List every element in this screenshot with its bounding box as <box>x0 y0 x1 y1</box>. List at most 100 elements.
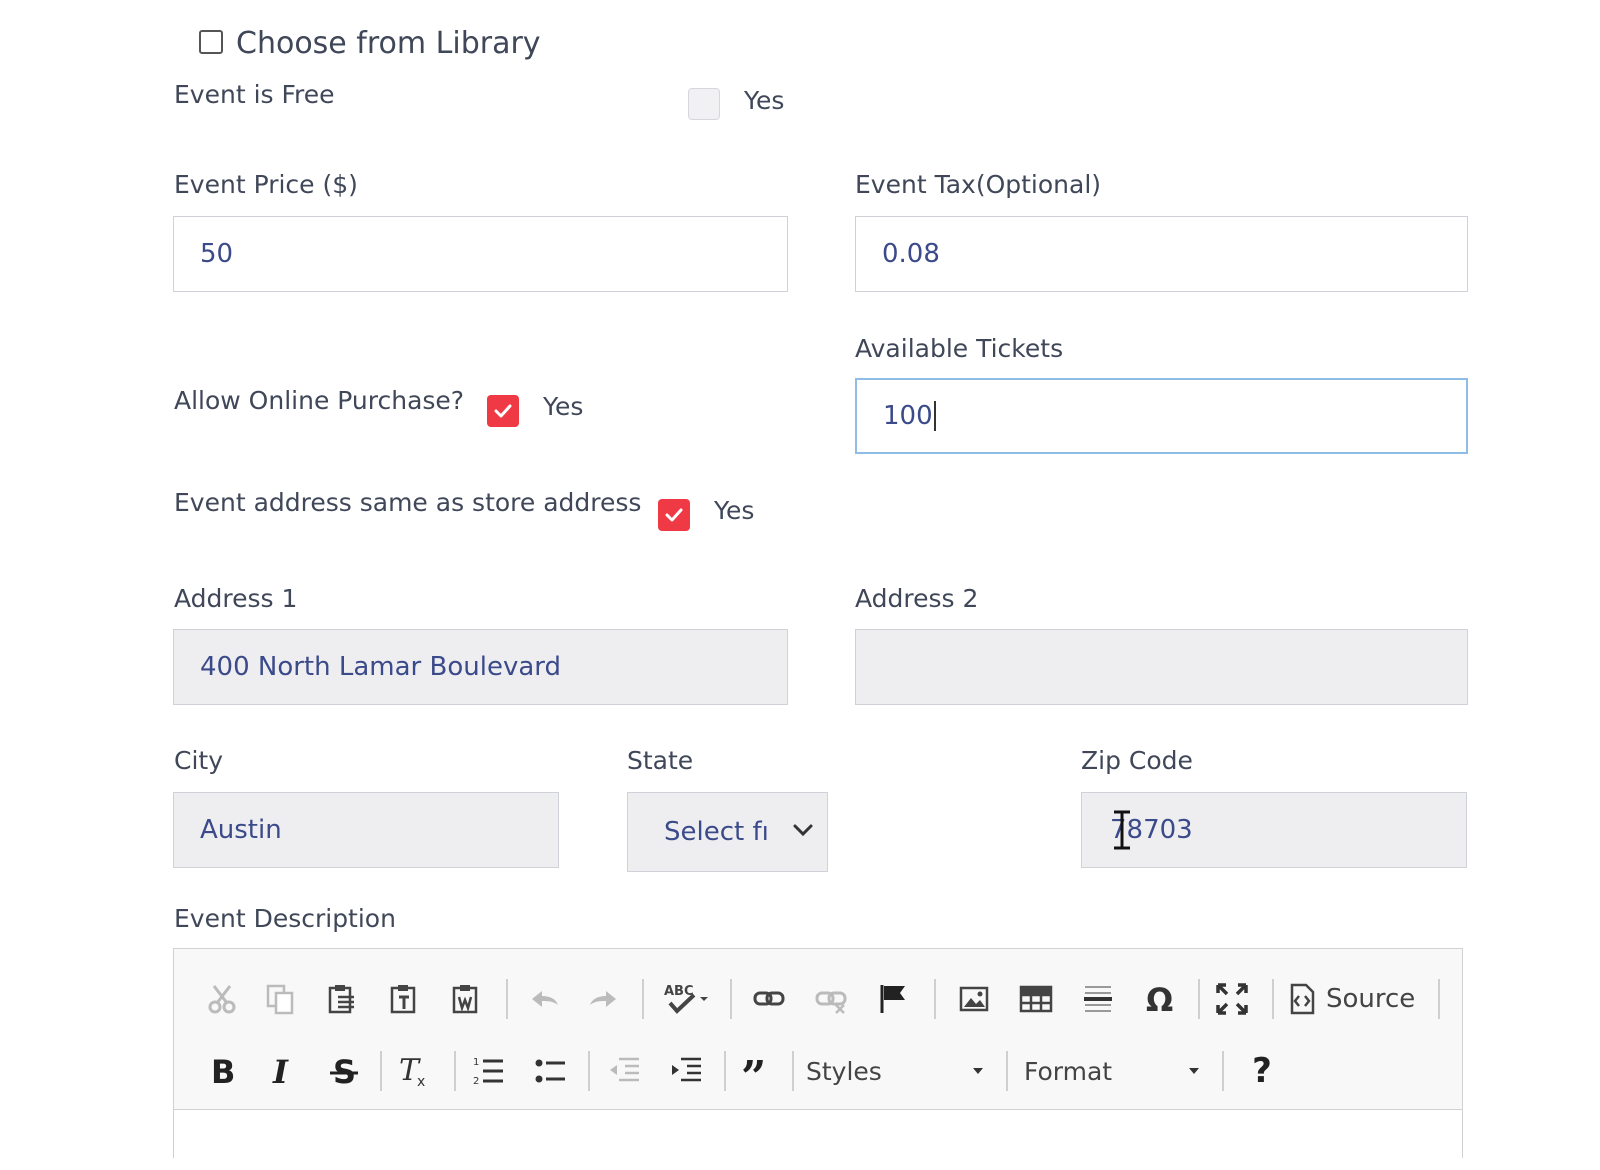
unlink-button[interactable] <box>809 977 853 1021</box>
svg-text:B: B <box>211 1054 235 1088</box>
toolbar-separator <box>934 979 936 1019</box>
source-button[interactable]: Source <box>1288 977 1415 1021</box>
clear-format-icon: Tx <box>399 1053 425 1089</box>
spellcheck-icon: ABC <box>664 984 708 1014</box>
undo-icon <box>532 991 558 1007</box>
address2-label: Address 2 <box>855 584 979 613</box>
outdent-icon <box>610 1057 639 1082</box>
state-label: State <box>627 746 694 775</box>
styles-dropdown[interactable]: Styles <box>806 1049 986 1093</box>
toolbar-separator <box>1006 1051 1008 1091</box>
help-button[interactable]: ? <box>1240 1049 1284 1093</box>
scissors-icon <box>208 985 236 1014</box>
table-icon <box>1019 985 1053 1013</box>
svg-text:x: x <box>417 1074 425 1089</box>
address1-label: Address 1 <box>174 584 298 613</box>
address1-input[interactable]: 400 North Lamar Boulevard <box>173 629 788 705</box>
special-char-button[interactable]: Ω <box>1138 977 1182 1021</box>
undo-button[interactable] <box>522 977 566 1021</box>
paste-word-button[interactable] <box>444 977 488 1021</box>
paste-button[interactable] <box>320 977 364 1021</box>
paste-icon <box>328 985 354 1014</box>
copy-icon <box>266 984 294 1015</box>
editor-content-area[interactable] <box>174 1109 1462 1170</box>
source-icon <box>1290 983 1315 1015</box>
italic-icon: I <box>272 1054 289 1088</box>
link-button[interactable] <box>747 977 791 1021</box>
quote-icon: ” <box>741 1054 766 1088</box>
styles-label: Styles <box>806 1056 882 1086</box>
text-caret <box>933 401 936 431</box>
dropdown-arrow-icon <box>1189 1068 1199 1074</box>
dropdown-arrow-icon <box>973 1068 983 1074</box>
same-address-checkbox[interactable] <box>658 499 690 531</box>
bullet-list-button[interactable] <box>528 1049 572 1093</box>
city-label: City <box>174 746 223 775</box>
toolbar-separator <box>1222 1051 1224 1091</box>
text-cursor-icon <box>1114 810 1130 850</box>
toolbar-separator <box>1272 979 1274 1019</box>
image-button[interactable] <box>952 977 996 1021</box>
toolbar-separator <box>730 979 732 1019</box>
bold-button[interactable]: B <box>200 1049 244 1093</box>
available-tickets-value: 100 <box>883 401 933 431</box>
horizontal-line-button[interactable] <box>1076 977 1120 1021</box>
svg-text:”: ” <box>741 1054 766 1088</box>
anchor-button[interactable] <box>871 977 915 1021</box>
numbered-list-icon: 12 <box>473 1057 503 1087</box>
state-select[interactable]: Select fı <box>627 792 828 872</box>
blockquote-button[interactable]: ” <box>736 1049 780 1093</box>
numbered-list-button[interactable]: 12 <box>466 1049 510 1093</box>
svg-text:I: I <box>272 1054 289 1088</box>
spellcheck-button[interactable]: ABC <box>660 977 716 1021</box>
maximize-button[interactable] <box>1210 977 1254 1021</box>
indent-button[interactable] <box>664 1049 708 1093</box>
check-icon <box>665 508 683 522</box>
remove-format-button[interactable]: Tx <box>392 1049 436 1093</box>
indent-icon <box>672 1057 701 1082</box>
available-tickets-input[interactable]: 100 <box>855 378 1468 454</box>
toolbar-separator <box>380 1051 382 1091</box>
zip-input[interactable]: 78703 <box>1081 792 1467 868</box>
event-free-checkbox[interactable] <box>688 88 720 120</box>
table-button[interactable] <box>1014 977 1058 1021</box>
cut-button[interactable] <box>200 977 244 1021</box>
horizontal-rule-icon <box>1084 986 1112 1012</box>
toolbar-separator <box>1198 979 1200 1019</box>
paste-text-button[interactable] <box>382 977 426 1021</box>
event-price-input[interactable]: 50 <box>173 216 788 292</box>
redo-button[interactable] <box>582 977 626 1021</box>
address2-input[interactable] <box>855 629 1468 705</box>
event-tax-input[interactable]: 0.08 <box>855 216 1468 292</box>
rich-text-editor: ABC Ω Source B I S Tx 1 2 ” Styles Forma… <box>173 948 1463 1170</box>
same-address-yes-label: Yes <box>714 496 755 525</box>
help-icon: ? <box>1252 1051 1272 1091</box>
paste-word-icon <box>452 985 478 1014</box>
online-purchase-checkbox[interactable] <box>487 395 519 427</box>
available-tickets-label: Available Tickets <box>855 334 1064 363</box>
italic-button[interactable]: I <box>260 1049 304 1093</box>
strikethrough-icon: S <box>330 1054 358 1088</box>
choose-library-label: Choose from Library <box>236 26 541 61</box>
strikethrough-button[interactable]: S <box>322 1049 366 1093</box>
toolbar-separator <box>724 1051 726 1091</box>
event-free-label: Event is Free <box>174 80 335 109</box>
format-dropdown[interactable]: Format <box>1024 1049 1204 1093</box>
toolbar-separator <box>454 1051 456 1091</box>
unlink-icon <box>815 991 847 1014</box>
copy-button[interactable] <box>258 977 302 1021</box>
event-price-label: Event Price ($) <box>174 170 358 199</box>
source-label: Source <box>1326 984 1416 1014</box>
toolbar-separator <box>1438 979 1440 1019</box>
zip-label: Zip Code <box>1081 746 1193 775</box>
choose-library-checkbox[interactable] <box>199 30 223 54</box>
toolbar-separator <box>792 1051 794 1091</box>
bold-icon: B <box>211 1054 235 1088</box>
event-tax-label: Event Tax(Optional) <box>855 170 1102 199</box>
svg-text:2: 2 <box>473 1076 479 1087</box>
toolbar-separator <box>588 1051 590 1091</box>
state-value: Select fı <box>664 817 768 847</box>
city-input[interactable]: Austin <box>173 792 559 868</box>
outdent-button[interactable] <box>602 1049 646 1093</box>
flag-icon <box>880 985 905 1013</box>
